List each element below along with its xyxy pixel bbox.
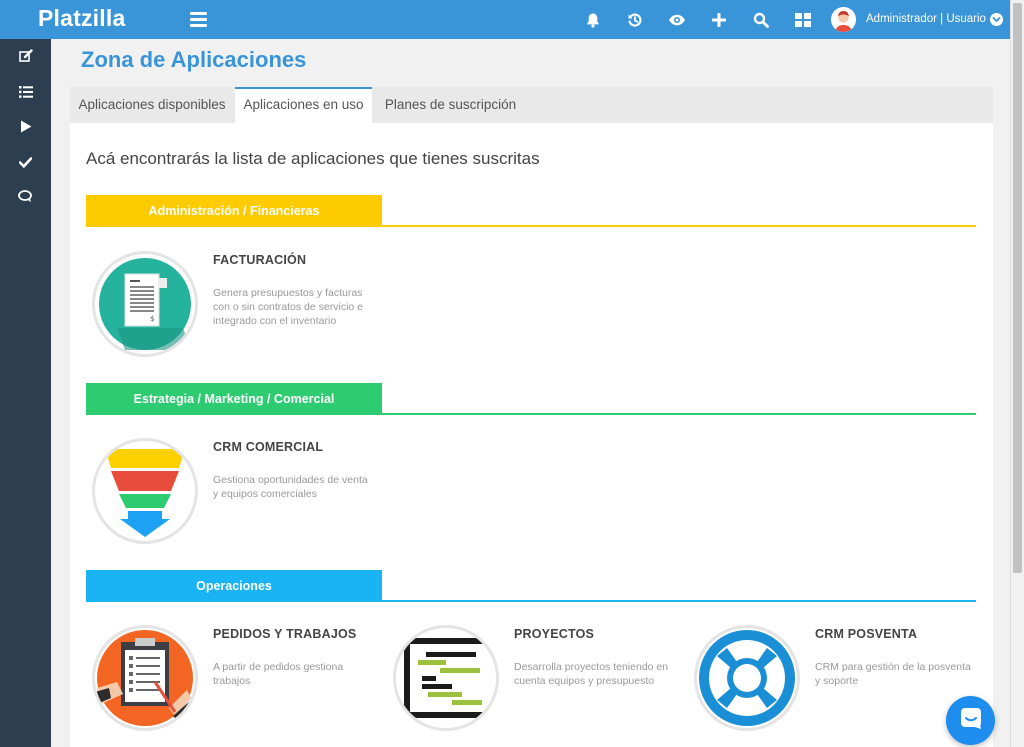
sidebar-item-edit[interactable] <box>0 41 51 76</box>
edit-icon <box>18 49 33 68</box>
chat-launcher-button[interactable] <box>946 696 995 745</box>
app-description: A partir de pedidos gestiona trabajos <box>213 661 344 687</box>
app-title: PEDIDOS Y TRABAJOS <box>213 627 357 641</box>
app-card-crm-posventa[interactable]: CRM POSVENTA CRM para gestión de la posv… <box>688 623 988 733</box>
menu-toggle-icon[interactable] <box>190 12 207 27</box>
search-icon[interactable] <box>740 0 782 39</box>
category-divider <box>86 413 976 415</box>
page-title: Zona de Aplicaciones <box>81 47 307 72</box>
sidebar-item-check[interactable] <box>0 146 51 181</box>
tab-apps-in-use[interactable]: Aplicaciones en uso <box>235 87 372 123</box>
tab-subscription-plans[interactable]: Planes de suscripción <box>373 87 528 123</box>
apps-panel: Acá encontrarás la lista de aplicaciones… <box>70 123 993 747</box>
category-header-operations: Operaciones <box>86 570 382 602</box>
check-icon <box>18 155 33 173</box>
plus-icon[interactable] <box>698 0 740 39</box>
category-header-admin: Administración / Financieras <box>86 195 382 227</box>
list-icon <box>18 85 33 103</box>
app-title: FACTURACIÓN <box>213 253 307 267</box>
app-card-crm-comercial[interactable]: CRM COMERCIAL Gestiona oportunidades de … <box>86 436 386 546</box>
lifebuoy-icon <box>694 625 800 731</box>
clipboard-icon <box>92 625 198 731</box>
app-title: CRM POSVENTA <box>815 627 918 641</box>
app-card-facturacion[interactable]: $ FACTURACIÓN Genera presupuestos y fact… <box>86 249 386 359</box>
eye-icon[interactable] <box>656 0 698 39</box>
chevron-down-icon[interactable] <box>990 13 1003 26</box>
invoice-icon: $ <box>92 251 198 357</box>
app-title: CRM COMERCIAL <box>213 440 324 454</box>
app-description: Genera presupuestos y facturas con o sin… <box>213 287 363 327</box>
category-header-strategy: Estrategia / Marketing / Comercial <box>86 383 382 415</box>
chat-icon <box>959 706 983 735</box>
app-description: Gestiona oportunidades de venta y equipo… <box>213 474 368 500</box>
app-title: PROYECTOS <box>514 627 595 641</box>
sidebar-item-chat[interactable] <box>0 181 51 216</box>
funnel-icon <box>92 438 198 544</box>
bell-icon[interactable] <box>572 0 614 39</box>
tab-bar: Aplicaciones disponibles Aplicaciones en… <box>70 87 993 123</box>
top-toolbar <box>572 0 824 39</box>
play-icon <box>20 120 32 138</box>
tab-available-apps[interactable]: Aplicaciones disponibles <box>70 87 234 123</box>
app-logo[interactable]: Platzilla <box>38 5 125 32</box>
chat-icon <box>18 189 33 208</box>
avatar[interactable] <box>831 7 856 32</box>
user-menu-label[interactable]: Administrador | Usuario <box>866 13 986 25</box>
app-card-pedidos[interactable]: PEDIDOS Y TRABAJOS A partir de pedidos g… <box>86 623 386 733</box>
sidebar-item-play[interactable] <box>0 111 51 146</box>
gantt-icon <box>393 625 499 731</box>
app-description: CRM para gestión de la posventa y soport… <box>815 661 971 687</box>
sidebar-item-list[interactable] <box>0 76 51 111</box>
top-bar: Platzilla Administrador | Usuario <box>0 0 1010 39</box>
app-card-proyectos[interactable]: PROYECTOS Desarrolla proyectos teniendo … <box>387 623 687 733</box>
grid-icon[interactable] <box>782 0 824 39</box>
app-description: Desarrolla proyectos teniendo en cuenta … <box>514 661 669 687</box>
svg-text:$: $ <box>150 315 154 323</box>
category-divider <box>86 225 976 227</box>
intro-text: Acá encontrarás la lista de aplicaciones… <box>86 149 540 168</box>
vertical-scrollbar[interactable] <box>1010 0 1024 747</box>
sidebar <box>0 39 51 747</box>
category-divider <box>86 600 976 602</box>
history-icon[interactable] <box>614 0 656 39</box>
scrollbar-thumb[interactable] <box>1013 3 1022 573</box>
